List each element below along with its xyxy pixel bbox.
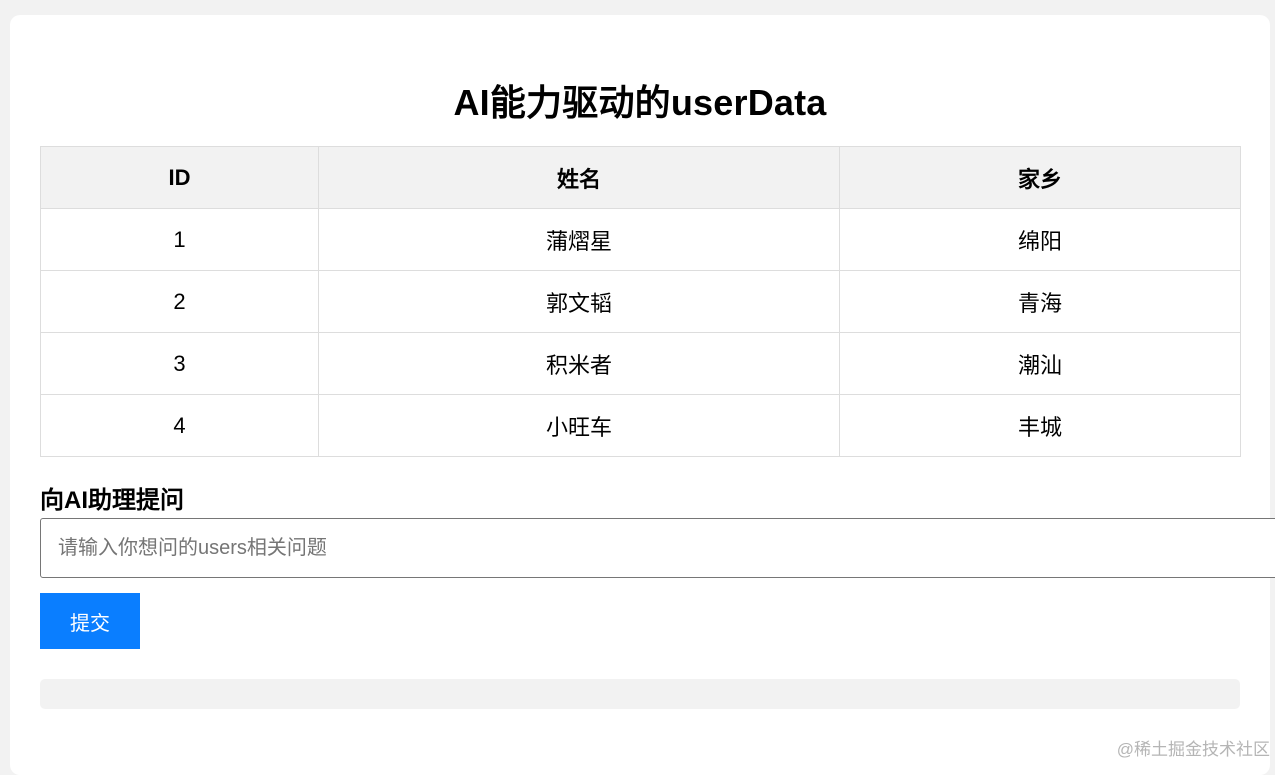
table-header-row: ID 姓名 家乡 xyxy=(40,146,1241,209)
cell-hometown: 丰城 xyxy=(839,394,1241,457)
cell-name: 积米者 xyxy=(318,332,840,395)
column-header-id: ID xyxy=(40,146,319,209)
page-title: AI能力驱动的userData xyxy=(453,82,827,123)
table-row: 3 积米者 潮汕 xyxy=(40,332,1241,395)
table-row: 1 蒲熠星 绵阳 xyxy=(40,208,1241,271)
cell-id: 3 xyxy=(40,332,319,395)
cell-hometown: 潮汕 xyxy=(839,332,1241,395)
response-area xyxy=(40,679,1240,709)
submit-button[interactable]: 提交 xyxy=(40,593,140,649)
user-data-table: ID 姓名 家乡 1 蒲熠星 绵阳 2 郭文韬 青海 3 积米者 潮汕 4 小旺… xyxy=(40,146,1241,457)
table-row: 4 小旺车 丰城 xyxy=(40,394,1241,457)
cell-name: 小旺车 xyxy=(318,394,840,457)
cell-id: 4 xyxy=(40,394,319,457)
watermark: @稀土掘金技术社区 xyxy=(1116,740,1270,759)
table-row: 2 郭文韬 青海 xyxy=(40,270,1241,333)
cell-hometown: 绵阳 xyxy=(839,208,1241,271)
cell-name: 蒲熠星 xyxy=(318,208,840,271)
column-header-name: 姓名 xyxy=(318,146,840,209)
cell-id: 1 xyxy=(40,208,319,271)
column-header-hometown: 家乡 xyxy=(839,146,1241,209)
cell-id: 2 xyxy=(40,270,319,333)
main-card: AI能力驱动的userData ID 姓名 家乡 1 蒲熠星 绵阳 2 郭文韬 … xyxy=(10,15,1275,775)
ask-ai-label: 向AI助理提问 xyxy=(40,487,184,514)
cell-name: 郭文韬 xyxy=(318,270,840,333)
cell-hometown: 青海 xyxy=(839,270,1241,333)
question-input[interactable] xyxy=(40,518,1275,578)
